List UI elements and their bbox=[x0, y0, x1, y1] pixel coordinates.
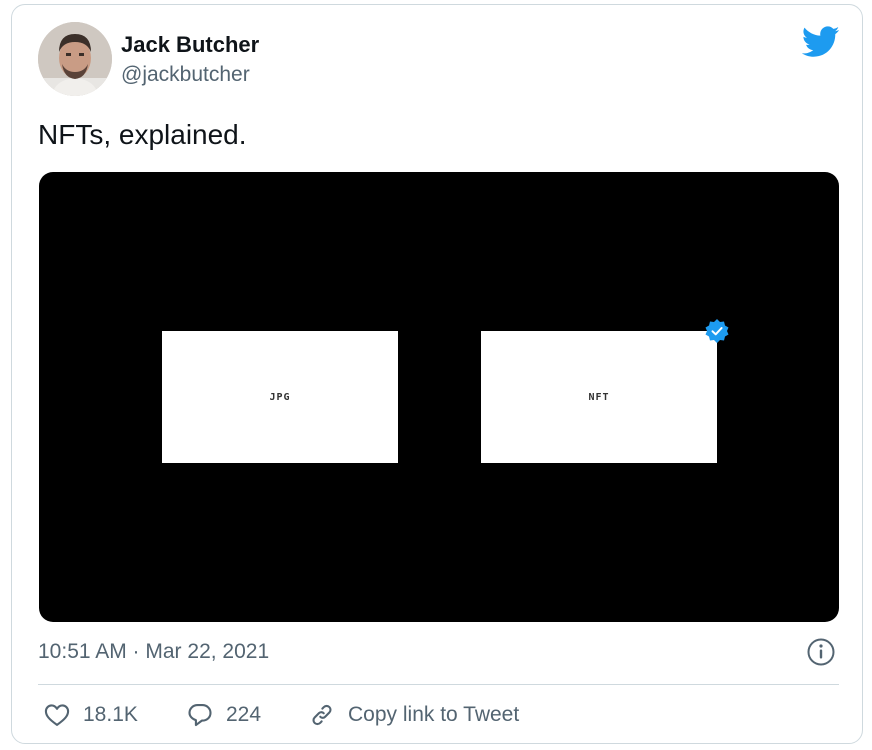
nft-label: NFT bbox=[588, 391, 610, 403]
link-icon bbox=[312, 704, 332, 726]
author-name[interactable]: Jack Butcher bbox=[121, 32, 259, 58]
verified-badge-icon bbox=[704, 318, 730, 344]
reply-button[interactable]: 224 bbox=[186, 700, 261, 730]
divider bbox=[38, 684, 839, 685]
tweet-text: NFTs, explained. bbox=[38, 119, 247, 150]
author-avatar[interactable] bbox=[38, 22, 112, 96]
tweet-media[interactable]: JPG NFT bbox=[39, 172, 839, 622]
like-button[interactable]: 18.1K bbox=[43, 700, 138, 730]
heart-icon bbox=[44, 704, 70, 726]
jpg-card: JPG bbox=[162, 331, 398, 463]
tweet-timestamp[interactable]: 10:51 AM · Mar 22, 2021 bbox=[38, 640, 269, 664]
copy-link-button[interactable]: Copy link to Tweet bbox=[308, 700, 519, 730]
info-icon[interactable] bbox=[806, 637, 836, 667]
twitter-bird-icon[interactable] bbox=[801, 26, 840, 58]
author-handle[interactable]: @jackbutcher bbox=[121, 63, 250, 87]
like-count: 18.1K bbox=[83, 703, 138, 726]
jpg-label: JPG bbox=[269, 391, 291, 403]
reply-bubble-icon bbox=[188, 704, 212, 727]
reply-count: 224 bbox=[226, 703, 262, 726]
nft-card: NFT bbox=[481, 331, 717, 463]
copy-link-label: Copy link to Tweet bbox=[348, 703, 520, 726]
